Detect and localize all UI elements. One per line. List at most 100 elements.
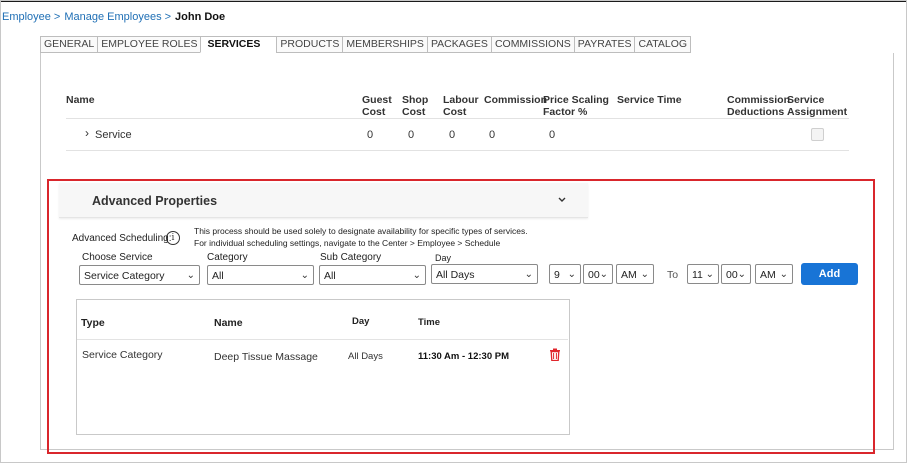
col-header-guest-cost-line2: Cost xyxy=(362,106,386,118)
col-header-shop-cost-line1: Shop xyxy=(402,94,429,106)
to-minute-value: 00 xyxy=(726,269,738,281)
service-row-shop-cost: 0 xyxy=(408,129,415,141)
tab-catalog[interactable]: CATALOG xyxy=(634,36,692,53)
schedule-row-name: Deep Tissue Massage xyxy=(214,351,318,363)
col-header-shop-cost-line2: Cost xyxy=(402,106,426,118)
col-header-guest-cost: Guest Cost xyxy=(362,94,392,118)
schedule-row-day: All Days xyxy=(348,351,383,362)
day-value: All Days xyxy=(436,269,475,281)
to-hour-select[interactable]: 11 ⌄ xyxy=(687,264,719,284)
service-row-commission: 0 xyxy=(489,129,496,141)
chevron-down-icon: ⌄ xyxy=(779,269,788,280)
col-header-guest-cost-line1: Guest xyxy=(362,94,392,106)
day-select[interactable]: All Days ⌄ xyxy=(431,264,538,284)
col-header-price-scaling-line2: Factor % xyxy=(543,106,588,118)
advanced-scheduling-label: Advanced Scheduling: xyxy=(72,233,172,244)
chevron-down-icon: ⌄ xyxy=(567,269,576,280)
to-label: To xyxy=(667,269,679,281)
day-label: Day xyxy=(435,253,452,263)
service-row-price-scaling: 0 xyxy=(549,129,556,141)
sub-category-select[interactable]: All ⌄ xyxy=(319,265,426,285)
col-header-shop-cost: Shop Cost xyxy=(402,94,428,118)
schedule-header-type: Type xyxy=(81,317,105,329)
category-select[interactable]: All ⌄ xyxy=(207,265,314,285)
sub-category-label: Sub Category xyxy=(320,252,382,263)
col-header-service-assignment-line1: Service xyxy=(787,94,825,106)
service-assignment-checkbox[interactable] xyxy=(811,128,824,141)
col-header-labour-cost: Labour Cost xyxy=(443,94,479,118)
service-row-labour-cost: 0 xyxy=(449,129,456,141)
grid-header-divider xyxy=(66,118,849,119)
from-hour-value: 9 xyxy=(554,269,560,281)
trash-icon[interactable] xyxy=(549,348,561,362)
from-minute-select[interactable]: 00 ⌄ xyxy=(583,264,613,284)
from-hour-select[interactable]: 9 ⌄ xyxy=(549,264,581,284)
breadcrumb-separator: > xyxy=(53,11,61,23)
to-ampm-value: AM xyxy=(760,269,776,281)
breadcrumb-employee[interactable]: Employee xyxy=(2,11,51,23)
choose-service-select[interactable]: Service Category ⌄ xyxy=(79,265,200,285)
tab-commissions[interactable]: COMMISSIONS xyxy=(490,36,574,53)
schedule-row-time: 11:30 Am - 12:30 PM xyxy=(418,351,509,362)
service-row-name: Service xyxy=(95,129,132,141)
breadcrumb-manage-employees[interactable]: Manage Employees xyxy=(64,11,161,23)
schedule-header-name: Name xyxy=(214,317,243,329)
tab-employee-roles[interactable]: EMPLOYEE ROLES xyxy=(97,36,201,53)
sub-category-value: All xyxy=(324,270,336,282)
col-header-service-time: Service Time xyxy=(617,94,682,106)
from-minute-value: 00 xyxy=(588,269,600,281)
scheduling-note-line2: For individual scheduling settings, navi… xyxy=(194,238,501,248)
advanced-properties-title: Advanced Properties xyxy=(92,194,218,208)
service-row-guest-cost: 0 xyxy=(367,129,374,141)
category-label: Category xyxy=(207,252,248,263)
col-header-name: Name xyxy=(66,94,95,106)
from-ampm-select[interactable]: AM ⌄ xyxy=(616,264,654,284)
chevron-down-icon: ⌄ xyxy=(412,270,421,281)
schedule-row-type: Service Category xyxy=(82,349,163,361)
chevron-down-icon: ⌄ xyxy=(737,269,746,280)
breadcrumb-current: John Doe xyxy=(175,11,226,23)
add-button[interactable]: Add xyxy=(801,263,858,285)
chevron-down-icon: ⌄ xyxy=(186,270,195,281)
to-hour-value: 11 xyxy=(692,269,703,281)
col-header-price-scaling: Price Scaling Factor % xyxy=(543,94,609,118)
col-header-labour-cost-line1: Labour xyxy=(443,94,479,106)
schedule-header-time: Time xyxy=(418,317,441,328)
col-header-commission-deductions: Commission Deductions xyxy=(727,94,790,118)
tab-bar: GENERAL EMPLOYEE ROLES SERVICES PRODUCTS… xyxy=(40,36,692,53)
to-minute-select[interactable]: 00 ⌄ xyxy=(721,264,751,284)
chevron-down-icon: ⌄ xyxy=(524,269,533,280)
from-ampm-value: AM xyxy=(621,269,637,281)
col-header-price-scaling-line1: Price Scaling xyxy=(543,94,609,106)
tab-packages[interactable]: PACKAGES xyxy=(426,36,491,53)
category-value: All xyxy=(212,270,224,282)
tab-products[interactable]: PRODUCTS xyxy=(276,36,343,53)
to-ampm-select[interactable]: AM ⌄ xyxy=(755,264,793,284)
col-header-service-assignment-line2: Assignment xyxy=(787,106,848,118)
chevron-down-icon: ⌄ xyxy=(300,270,309,281)
tab-services[interactable]: SERVICES xyxy=(200,36,277,53)
schedule-header-day: Day xyxy=(352,316,370,327)
col-header-service-assignment: Service Assignment xyxy=(787,94,847,118)
breadcrumb: Employee > Manage Employees > John Doe xyxy=(2,11,225,23)
scheduling-note-line1: This process should be used solely to de… xyxy=(194,226,528,236)
col-header-labour-cost-line2: Cost xyxy=(443,106,467,118)
schedule-table xyxy=(76,299,570,435)
chevron-down-icon: ⌄ xyxy=(599,269,608,280)
col-header-commission-deductions-line2: Deductions xyxy=(727,106,785,118)
schedule-header-divider xyxy=(77,339,568,340)
tab-general[interactable]: GENERAL xyxy=(40,36,98,53)
breadcrumb-separator: > xyxy=(164,11,172,23)
grid-row-divider xyxy=(66,150,849,151)
tab-memberships[interactable]: MEMBERSHIPS xyxy=(342,36,427,53)
tab-payrates[interactable]: PAYRATES xyxy=(573,36,635,53)
chevron-down-icon: ⌄ xyxy=(705,269,714,280)
col-header-commission: Commission xyxy=(484,94,548,106)
info-icon[interactable]: i xyxy=(166,231,180,245)
chevron-right-icon[interactable]: › xyxy=(85,126,89,140)
choose-service-value: Service Category xyxy=(84,270,165,282)
chevron-down-icon: ⌄ xyxy=(640,269,649,280)
choose-service-label: Choose Service xyxy=(82,252,153,263)
chevron-down-icon[interactable] xyxy=(558,194,566,206)
col-header-commission-deductions-line1: Commission xyxy=(727,94,791,106)
